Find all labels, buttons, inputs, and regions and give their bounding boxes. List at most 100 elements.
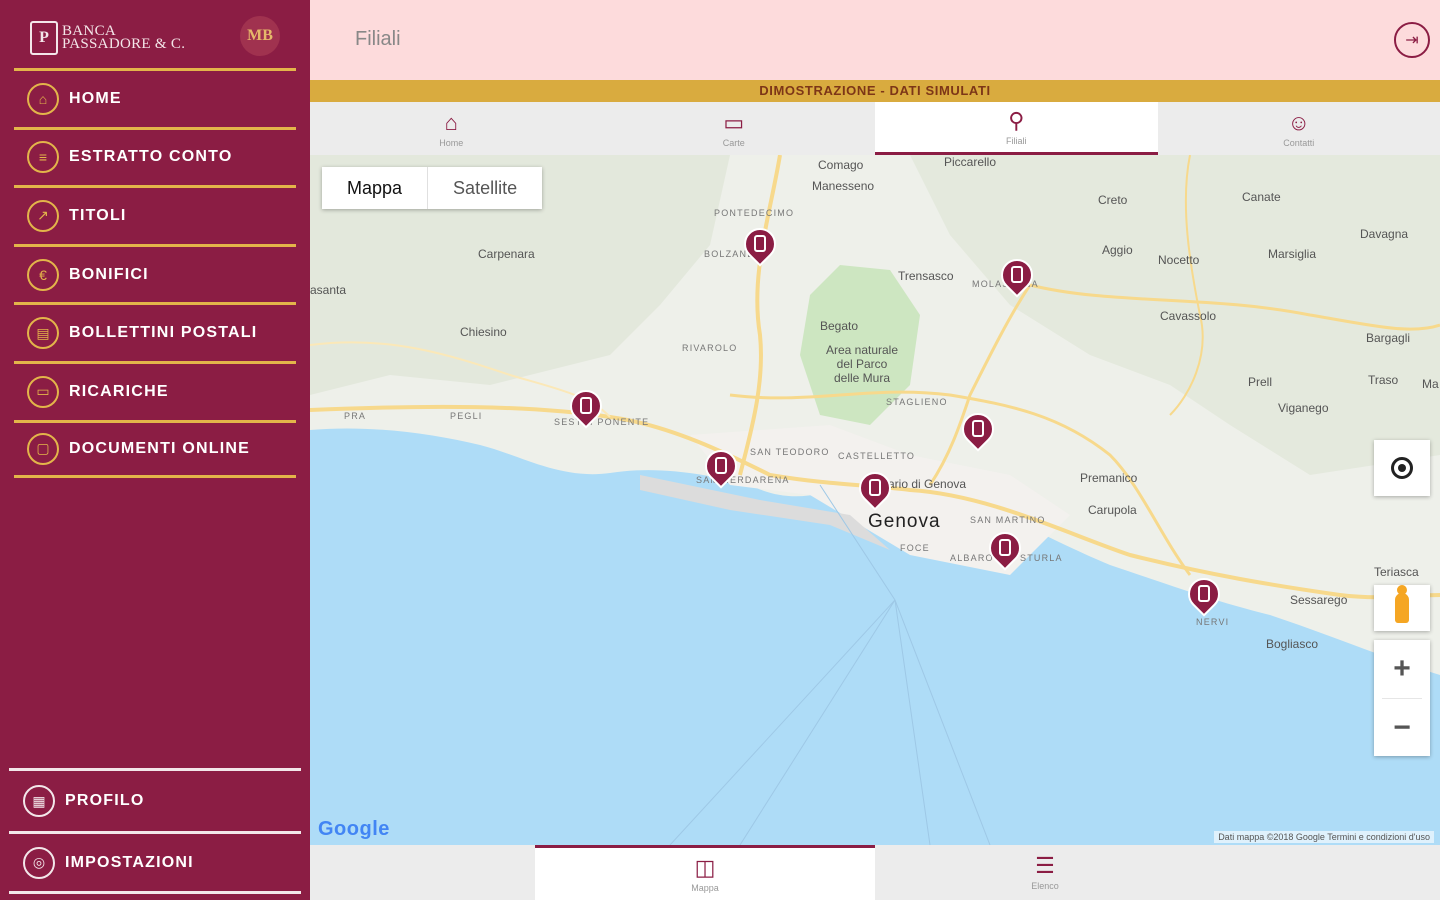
my-location-icon [1391,457,1413,479]
bottom-tab-bar: ◫ Mappa ☰ Elenco [310,845,1440,900]
tab-label: Mappa [691,882,719,893]
branch-marker[interactable] [955,406,1001,455]
place-label: Cavassolo [1160,309,1217,323]
main-menu: ⌂ HOME ≡ ESTRATTO CONTO ↗ TITOLI € BONIF… [14,68,296,479]
menu-item-impostazioni[interactable]: ◎ IMPOSTAZIONI [9,831,301,894]
place-label: Premanico [1080,471,1138,485]
menu-item-estratto-conto[interactable]: ≡ ESTRATTO CONTO [14,126,296,186]
place-label: asanta [310,283,347,297]
place-label: Carupola [1088,503,1137,517]
place-label: PEGLI [450,411,483,421]
settings-icon: ◎ [23,846,55,879]
place-label: RIVAROLO [682,343,738,353]
place-label: Marsiglia [1268,247,1317,261]
place-label: Ma [1422,377,1439,391]
app-header: Filiali ⇥ [310,0,1440,80]
tab-home[interactable]: ⌂ Home [310,102,593,155]
menu-item-home[interactable]: ⌂ HOME [14,68,296,127]
place-label: STURLA [1020,553,1063,563]
place-label: ALBARO [950,553,994,563]
branch-marker[interactable] [852,465,898,514]
branch-marker[interactable] [1181,571,1227,620]
tab-elenco[interactable]: ☰ Elenco [875,845,1215,900]
logout-button[interactable]: ⇥ [1394,22,1430,58]
place-label-city: Genova [868,511,941,532]
place-label: Aggio [1102,243,1133,257]
menu-item-profilo[interactable]: ▦ PROFILO [9,768,301,831]
menu-item-label: IMPOSTAZIONI [65,853,194,871]
place-label: Creto [1098,193,1128,207]
menu-item-documenti-online[interactable]: ▢ DOCUMENTI ONLINE [14,419,296,479]
home-icon: ⌂ [444,109,458,135]
branch-marker[interactable] [563,383,609,432]
demo-banner: DIMOSTRAZIONE - DATI SIMULATI [310,80,1440,102]
list-icon: ☰ [1035,853,1055,878]
place-label: Sessarego [1290,593,1348,607]
place-label: Canate [1242,190,1281,204]
menu-item-bonifici[interactable]: € BONIFICI [14,243,296,303]
street-view-button[interactable] [1374,585,1430,631]
tab-carte[interactable]: ▭ Carte [593,102,876,155]
tab-contatti[interactable]: ☺ Contatti [1158,102,1440,155]
bank-branch-icon [754,235,766,252]
place-label: Chiesino [460,325,507,339]
menu-item-bollettini-postali[interactable]: ▤ BOLLETTINI POSTALI [14,302,296,361]
tab-mappa[interactable]: ◫ Mappa [535,845,875,900]
branch-marker[interactable] [982,525,1028,574]
branch-marker[interactable] [737,221,783,270]
tab-spacer [310,845,535,900]
bank-branch-icon [869,479,881,496]
logo-line-2: PASSADORE & C. [62,36,186,52]
bank-branch-icon [1011,266,1023,283]
place-label: Bogliasco [1266,637,1319,651]
location-pin-icon: ⚲ [1008,108,1025,133]
map-type-toggle: Mappa Satellite [322,167,543,209]
menu-item-label: PROFILO [65,792,145,809]
tab-label: Contatti [1283,137,1315,148]
zoom-out-button[interactable]: − [1374,699,1430,757]
menu-item-ricariche[interactable]: ▭ RICARICHE [14,360,296,420]
menu-item-label: BOLLETTINI POSTALI [69,324,258,342]
menu-item-label: HOME [69,89,122,107]
map-type-satellite-button[interactable]: Satellite [428,167,542,209]
menu-item-label: TITOLI [69,206,127,224]
place-label: Nocetto [1158,253,1200,267]
map-attribution[interactable]: Dati mappa ©2018 Google Termini e condiz… [1214,831,1434,843]
bank-logo-mark-icon: P [30,21,58,55]
branch-marker[interactable] [994,252,1040,301]
map-type-mappa-button[interactable]: Mappa [322,167,427,209]
tab-label: Filiali [1005,136,1027,146]
tab-label: Elenco [1031,881,1059,891]
place-label: Begato [820,319,859,333]
place-label: Teriasca [1374,565,1419,579]
menu-item-titoli[interactable]: ↗ TITOLI [14,185,296,244]
place-label: STAGLIENO [886,397,948,407]
place-label: Bargagli [1366,331,1411,345]
topup-icon: ▭ [27,375,59,408]
contact-icon: ☺ [1287,109,1310,135]
place-label: ario di Genova [888,477,967,491]
bank-branch-icon [580,397,592,414]
tab-label: Carte [722,137,745,148]
tab-filiali[interactable]: ⚲ Filiali [875,102,1158,155]
menu-item-label: DOCUMENTI ONLINE [69,439,250,457]
branches-map[interactable]: Mappa Satellite Comago Manesseno Piccare… [310,155,1440,845]
menu-item-label: RICARICHE [69,382,169,400]
place-label: SAN TEODORO [750,447,830,457]
place-label: Comago [818,158,864,172]
zoom-in-button[interactable]: + [1374,640,1430,698]
bank-logo: P BANCA PASSADORE & C. MB [14,8,296,68]
place-label: Manesseno [812,179,875,193]
statement-icon: ≡ [27,141,59,174]
my-location-button[interactable] [1374,440,1430,496]
sidebar: P BANCA PASSADORE & C. MB ⌂ HOME ≡ ESTRA… [0,0,310,900]
place-label: PRA [344,411,367,421]
tab-label: Home [439,137,464,148]
map-icon: ◫ [694,854,716,880]
documents-icon: ▢ [27,432,59,465]
place-label: Trensasco [898,269,954,283]
place-label: SAN MARTINO [970,515,1046,525]
place-label: Carpenara [478,247,535,261]
place-label: CASTELLETTO [838,451,916,461]
branch-marker[interactable] [698,443,744,492]
